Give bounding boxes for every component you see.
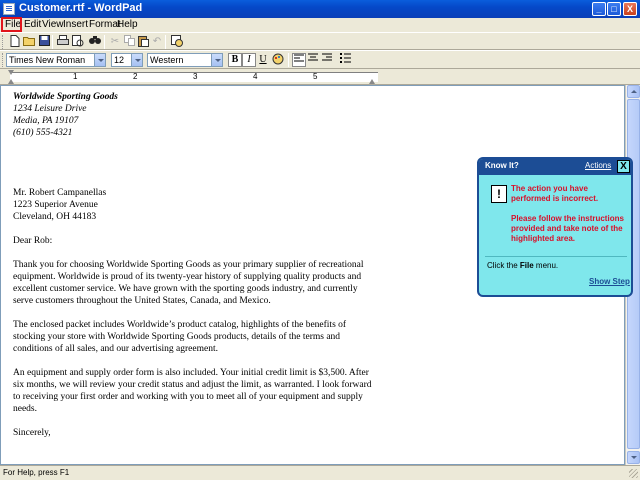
ruler[interactable]: 1 2 3 4 5: [0, 69, 640, 85]
font-name-select[interactable]: Times New Roman: [6, 53, 106, 67]
actions-link[interactable]: Actions: [585, 161, 611, 170]
know-it-title: Know It?: [485, 161, 519, 170]
open-folder-icon[interactable]: [22, 35, 36, 49]
find-binoculars-icon[interactable]: [88, 35, 102, 49]
chevron-down-icon[interactable]: [94, 54, 105, 66]
salutation: Dear Rob:: [13, 236, 53, 246]
chevron-down-icon[interactable]: [131, 54, 142, 66]
font-size-select[interactable]: 12: [111, 53, 143, 67]
cut-scissors-icon[interactable]: ✂: [108, 35, 122, 49]
font-size-value: 12: [114, 55, 125, 65]
recipient-street: 1223 Superior Avenue: [13, 200, 98, 210]
company-address-line1: 1234 Leisure Drive: [13, 104, 87, 114]
status-text: For Help, press F1: [3, 468, 70, 477]
format-toolbar: Times New Roman 12 Western B I U: [0, 50, 640, 69]
paragraph-3-line: needs.: [13, 404, 38, 414]
paragraph-3-line: to receiving your first order and workin…: [13, 392, 363, 402]
align-right-icon[interactable]: [320, 53, 334, 67]
bold-button[interactable]: B: [228, 53, 242, 67]
closing: Sincerely,: [13, 428, 51, 438]
error-message: The action you have performed is incorre…: [511, 184, 629, 244]
underline-button[interactable]: U: [256, 53, 270, 67]
paragraph-1-line: equipment. Worldwide is proud of its twe…: [13, 272, 362, 282]
right-indent-marker[interactable]: [369, 79, 375, 84]
paragraph-3-line: six months, we will review your credit s…: [13, 380, 372, 390]
title-bar[interactable]: Customer.rtf - WordPad _ □ X: [0, 0, 640, 18]
bullets-icon[interactable]: [338, 53, 352, 67]
paragraph-1-line: excellent customer service. We have grow…: [13, 284, 358, 294]
toolbar-separator: [288, 53, 289, 67]
save-disk-icon[interactable]: [37, 35, 51, 49]
print-icon[interactable]: [56, 35, 70, 49]
step-instruction: Click the File menu.: [487, 261, 559, 270]
toolbar-separator: [165, 35, 166, 49]
company-name: Worldwide Sporting Goods: [13, 92, 118, 102]
know-it-header: Know It? Actions X: [479, 159, 631, 175]
paragraph-1-line: Thank you for choosing Worldwide Sportin…: [13, 260, 364, 270]
ruler-number: 1: [73, 72, 78, 81]
paragraph-2-line: The enclosed packet includes Worldwide’s…: [13, 320, 347, 330]
undo-arrow-icon[interactable]: ↶: [150, 35, 164, 49]
wordpad-window: Customer.rtf - WordPad _ □ X File Edit V…: [0, 0, 640, 480]
maximize-button[interactable]: □: [607, 2, 621, 16]
resize-grip[interactable]: [629, 469, 638, 478]
menu-bar: File Edit View Insert Format Help: [0, 18, 640, 32]
copy-icon[interactable]: [122, 35, 136, 49]
alert-icon: !: [491, 185, 507, 203]
menu-insert[interactable]: Insert: [61, 18, 90, 32]
recipient-name: Mr. Robert Campanellas: [13, 188, 107, 198]
paragraph-3-line: An equipment and supply order form is al…: [13, 368, 369, 378]
align-center-icon[interactable]: [306, 53, 320, 67]
align-left-icon[interactable]: [292, 53, 306, 67]
company-address-line2: Media, PA 19107: [13, 116, 79, 126]
paragraph-2-line: conditions of all sales, and our adverti…: [13, 344, 218, 354]
recipient-city: Cleveland, OH 44183: [13, 212, 97, 222]
minimize-button[interactable]: _: [592, 2, 606, 16]
menu-help[interactable]: Help: [115, 18, 140, 32]
font-color-palette-icon[interactable]: [271, 53, 285, 67]
script-value: Western: [150, 55, 184, 65]
error-message-line: The action you have performed is incorre…: [511, 184, 599, 203]
scroll-up-icon[interactable]: [627, 85, 640, 98]
italic-button[interactable]: I: [242, 53, 256, 67]
divider: [485, 256, 627, 257]
paste-clipboard-icon[interactable]: [136, 35, 150, 49]
toolbar-grip[interactable]: [2, 35, 5, 49]
font-name-value: Times New Roman: [9, 55, 86, 65]
ruler-number: 5: [313, 72, 318, 81]
ruler-number: 2: [133, 72, 138, 81]
wordpad-app-icon[interactable]: [3, 3, 15, 15]
company-phone: (610) 555-4321: [13, 128, 73, 138]
toolbar-grip[interactable]: [2, 53, 5, 67]
standard-toolbar: ✂ ↶: [0, 32, 640, 50]
new-document-icon[interactable]: [8, 35, 22, 49]
toolbar-separator: [104, 35, 105, 49]
instruction-target: File: [519, 261, 534, 270]
left-indent-marker[interactable]: [8, 79, 14, 84]
paragraph-1-line: serve customers throughout the United St…: [13, 296, 271, 306]
know-it-panel: Know It? Actions X ! The action you have…: [477, 157, 633, 297]
close-button[interactable]: X: [623, 2, 637, 16]
know-it-close-button[interactable]: X: [617, 160, 630, 173]
script-select[interactable]: Western: [147, 53, 223, 67]
ruler-number: 3: [193, 72, 198, 81]
window-title: Customer.rtf - WordPad: [19, 2, 143, 14]
scroll-down-icon[interactable]: [627, 451, 640, 464]
show-step-link[interactable]: Show Step: [589, 277, 630, 286]
error-instruction-line: Please follow the instructions provided …: [511, 214, 624, 243]
letter-body: Worldwide Sporting Goods 1234 Leisure Dr…: [13, 91, 373, 439]
chevron-down-icon[interactable]: [211, 54, 222, 66]
ruler-number: 4: [253, 72, 258, 81]
file-menu-highlight: [1, 17, 22, 32]
toolbar-separator: [52, 35, 53, 49]
paragraph-2-line: stocking your store with Worldwide Sport…: [13, 332, 341, 342]
first-line-indent-marker[interactable]: [8, 70, 14, 75]
print-preview-icon[interactable]: [71, 35, 85, 49]
status-bar: For Help, press F1: [0, 465, 640, 480]
insert-date-time-icon[interactable]: [170, 35, 184, 49]
